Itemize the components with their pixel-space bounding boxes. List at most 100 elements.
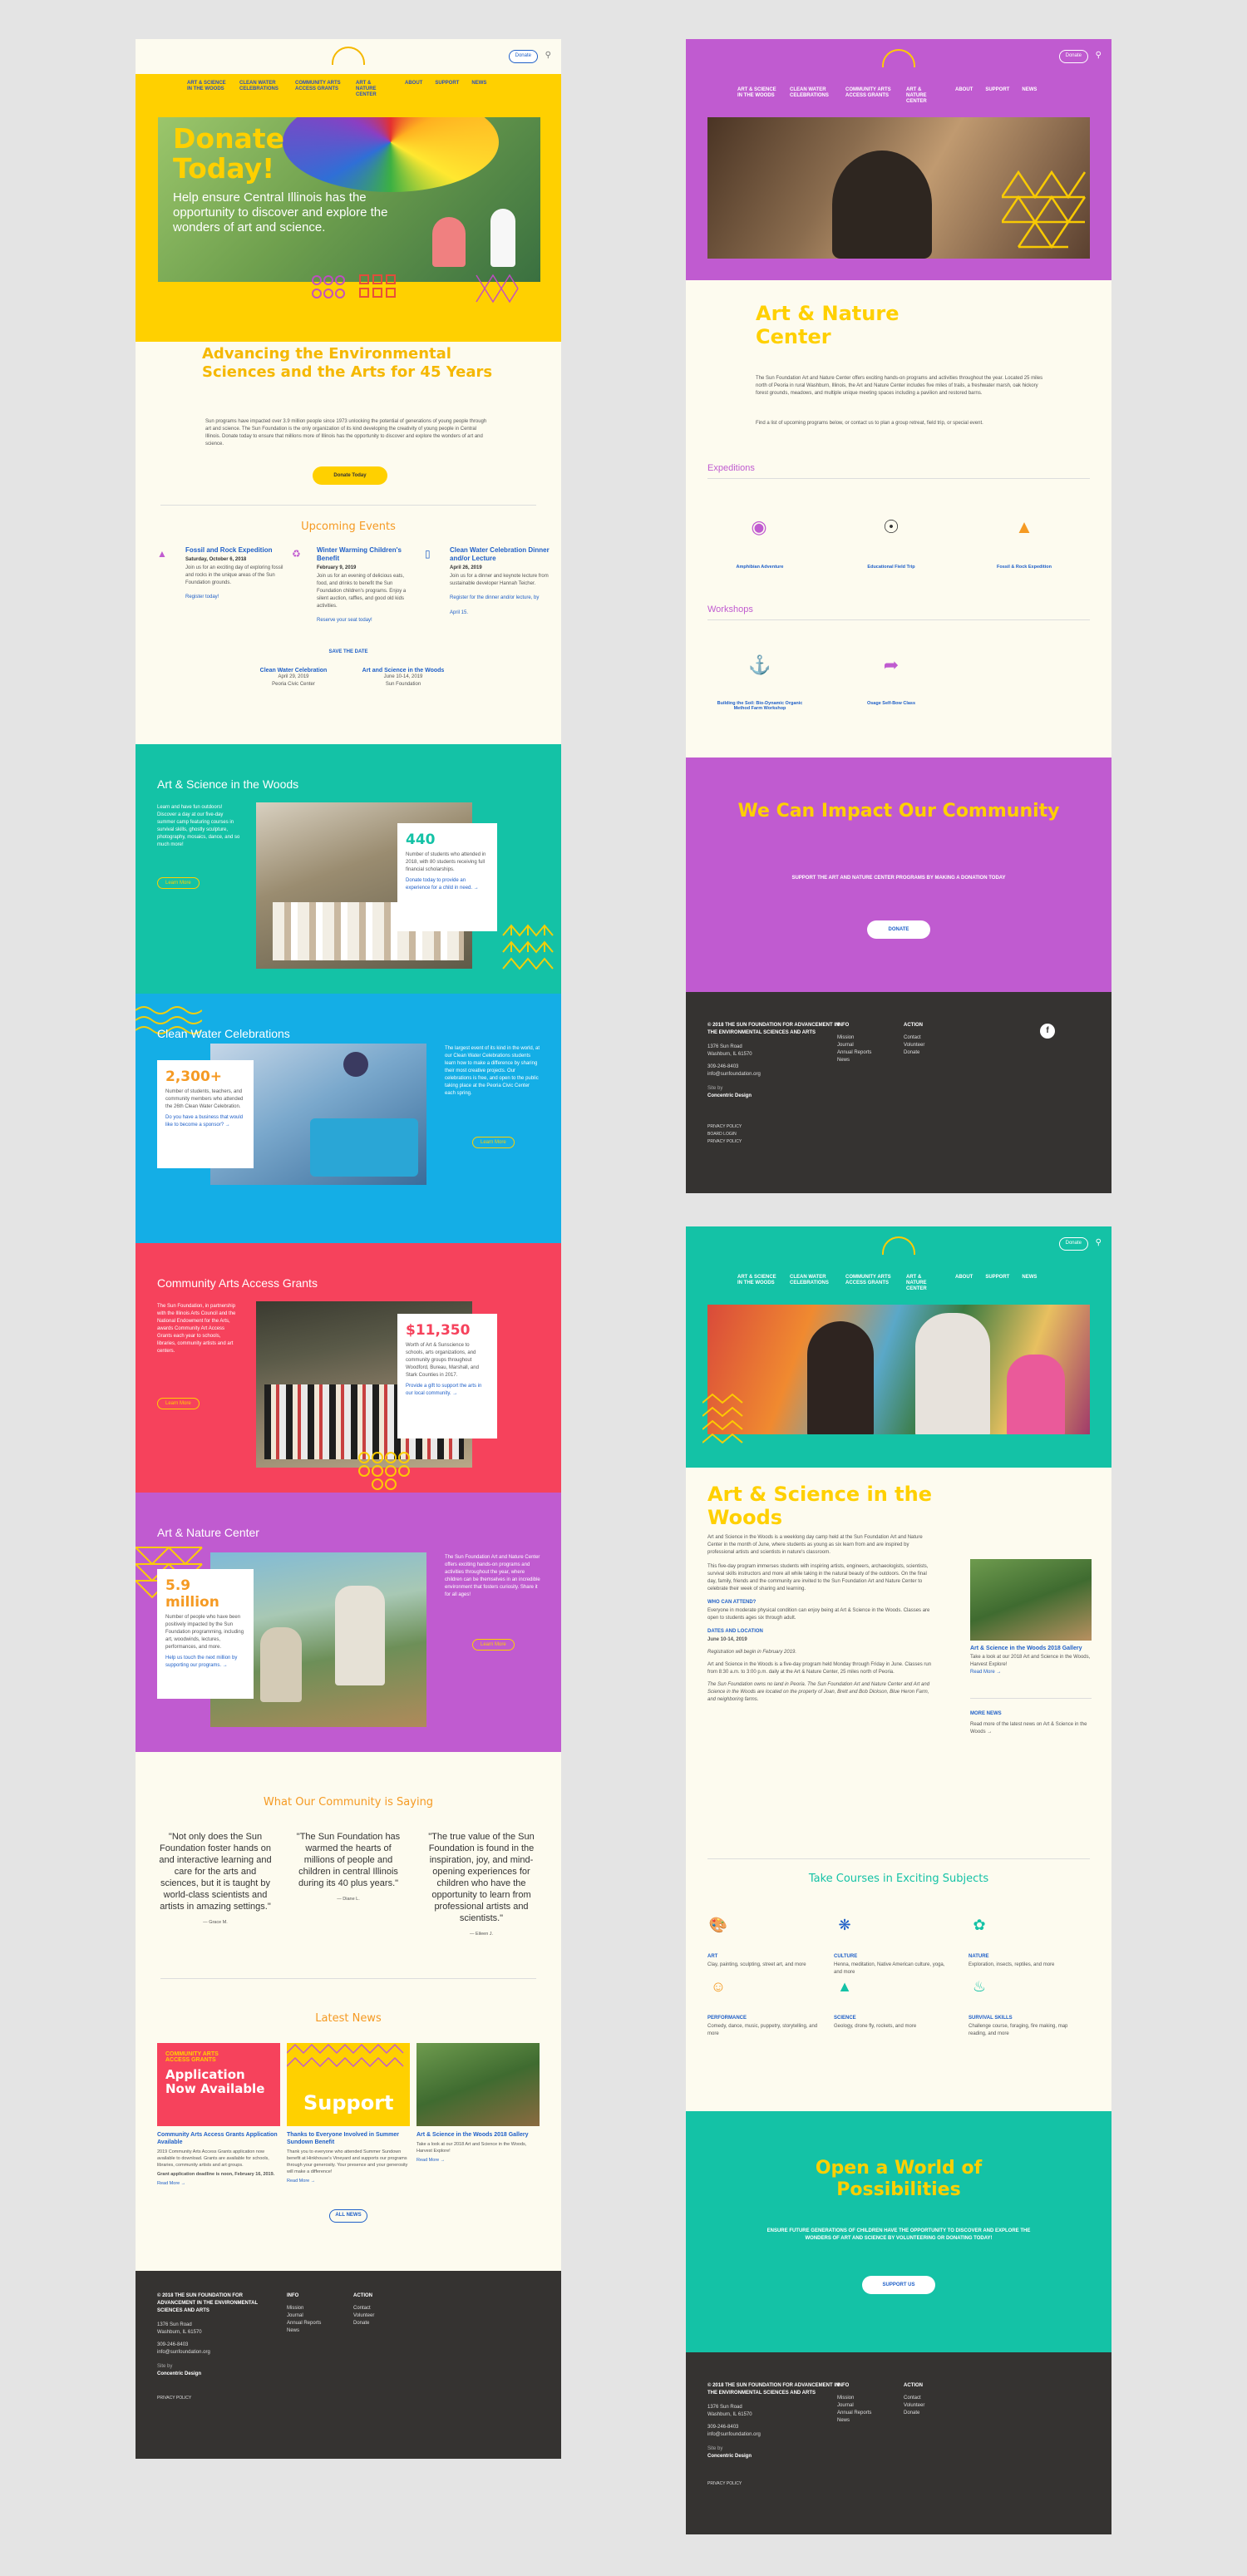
- footer-link[interactable]: Annual Reports: [287, 2320, 321, 2327]
- read-more-link[interactable]: Read More →: [157, 2180, 280, 2187]
- course-name[interactable]: Performance: [707, 2016, 747, 2021]
- footer-link[interactable]: Annual Reports: [837, 1049, 871, 1057]
- nav-item[interactable]: Community Arts Access Grants: [845, 1275, 894, 1286]
- footer-link[interactable]: Volunteer: [353, 2312, 374, 2320]
- rocket-icon[interactable]: ▲: [834, 1978, 855, 2000]
- nav-item[interactable]: News: [1022, 87, 1037, 93]
- turtle-icon[interactable]: ✿: [969, 1917, 990, 1938]
- footer-email[interactable]: info@sunfoundation.org: [707, 2431, 849, 2439]
- news-card[interactable]: Community Arts Access Grants Application…: [157, 2043, 280, 2187]
- event-title[interactable]: Winter Warming Children's Benefit: [317, 546, 416, 563]
- sidebar-news-title[interactable]: Art & Science in the Woods 2018 Gallery: [970, 1646, 1092, 1651]
- nav-item[interactable]: Community Arts Access Grants: [295, 81, 343, 92]
- privacy-link[interactable]: Privacy Policy: [707, 2480, 849, 2488]
- footer-credit[interactable]: Concentric Design: [707, 2454, 752, 2459]
- nav-item[interactable]: Community Arts Access Grants: [845, 87, 894, 99]
- workshop-label[interactable]: Osage Self-Bow Class: [845, 701, 937, 706]
- learn-more-button[interactable]: Learn More: [157, 877, 200, 889]
- nav-item[interactable]: Art & Science in the Woods: [187, 81, 227, 92]
- shovel-icon[interactable]: ⚓: [748, 654, 771, 676]
- footer-link[interactable]: Journal: [287, 2312, 321, 2320]
- nav-item[interactable]: Clean Water Celebrations: [790, 87, 833, 99]
- bow-arrow-icon[interactable]: ➦: [880, 654, 902, 676]
- palette-icon[interactable]: 🎨: [707, 1917, 729, 1938]
- stat-link[interactable]: Provide a gift to support the arts in ou…: [406, 1383, 489, 1398]
- read-more-link[interactable]: Read More →: [287, 2178, 410, 2184]
- news-title[interactable]: Community Arts Access Grants Application…: [157, 2131, 280, 2146]
- footer-link[interactable]: Donate: [353, 2320, 374, 2327]
- header-donate-button[interactable]: Donate: [508, 50, 538, 63]
- footer-link[interactable]: News: [837, 2417, 871, 2425]
- workshop-label[interactable]: Building the Soil: Bio-Dynamic Organic M…: [714, 701, 806, 711]
- news-card[interactable]: Support Thanks to Everyone Involved in S…: [287, 2043, 410, 2184]
- nav-item[interactable]: Art & Nature Center: [906, 1275, 943, 1292]
- footer-link[interactable]: Donate: [904, 2410, 924, 2417]
- footer-link[interactable]: Volunteer: [904, 2402, 924, 2410]
- header-donate-button[interactable]: Donate: [1058, 1237, 1088, 1251]
- frog-icon[interactable]: ◉: [748, 516, 770, 538]
- nav-item[interactable]: About: [955, 1275, 973, 1281]
- footer-link[interactable]: News: [287, 2327, 321, 2335]
- footer-email[interactable]: info@sunfoundation.org: [157, 2349, 274, 2356]
- footer-email[interactable]: info@sunfoundation.org: [707, 1071, 849, 1078]
- save-date-title[interactable]: Clean Water Celebration: [252, 668, 335, 674]
- course-name[interactable]: Science: [834, 2016, 856, 2021]
- footer-credit[interactable]: Concentric Design: [157, 2371, 201, 2376]
- learn-more-button[interactable]: Learn More: [472, 1639, 515, 1651]
- all-news-button[interactable]: All News: [329, 2209, 367, 2223]
- footer-credit[interactable]: Concentric Design: [707, 1093, 752, 1098]
- nav-item[interactable]: Clean Water Celebrations: [790, 1275, 833, 1286]
- search-icon[interactable]: ⚲: [545, 51, 551, 60]
- dreamcatcher-icon[interactable]: ❋: [834, 1917, 855, 1938]
- privacy-link[interactable]: Privacy Policy: [157, 2395, 274, 2402]
- news-title[interactable]: Art & Science in the Woods 2018 Gallery: [416, 2131, 540, 2139]
- course-name[interactable]: Survival Skills: [969, 2016, 1013, 2021]
- stat-link[interactable]: Donate today to provide an experience fo…: [406, 877, 489, 892]
- event-link[interactable]: Reserve your seat today!: [317, 618, 372, 623]
- footer-link[interactable]: Contact: [904, 2395, 924, 2402]
- event-title[interactable]: Fossil and Rock Expedition: [185, 546, 285, 555]
- search-icon[interactable]: ⚲: [1096, 51, 1102, 60]
- search-icon[interactable]: ⚲: [1096, 1238, 1102, 1247]
- board-login-link[interactable]: Board Login: [707, 1131, 849, 1138]
- expedition-label[interactable]: Fossil & Rock Expedition: [978, 565, 1070, 570]
- nav-item[interactable]: About: [405, 81, 422, 86]
- more-news-link[interactable]: Read more of the latest news on Art & Sc…: [970, 1721, 1092, 1736]
- footer-link[interactable]: Mission: [837, 2395, 871, 2402]
- expedition-label[interactable]: Educational Field Trip: [845, 565, 937, 570]
- footer-link[interactable]: Volunteer: [904, 1042, 924, 1049]
- footer-link[interactable]: Annual Reports: [837, 2410, 871, 2417]
- footer-link[interactable]: Journal: [837, 2402, 871, 2410]
- sun-foundation-logo[interactable]: [332, 47, 365, 65]
- nav-item[interactable]: Art & Nature Center: [906, 87, 943, 105]
- nav-item[interactable]: Support: [435, 81, 459, 86]
- support-us-button[interactable]: Support Us: [862, 2276, 935, 2294]
- privacy-link[interactable]: Privacy Policy: [707, 1138, 849, 1146]
- read-more-link[interactable]: Read More →: [416, 2157, 540, 2164]
- stat-link[interactable]: Help us touch the next million by suppor…: [165, 1655, 245, 1670]
- nav-item[interactable]: News: [1022, 1275, 1037, 1281]
- nav-item[interactable]: Art & Science in the Woods: [737, 1275, 777, 1286]
- read-more-link[interactable]: Read More →: [970, 1669, 1092, 1676]
- header-donate-button[interactable]: Donate: [1058, 50, 1088, 63]
- event-title[interactable]: Clean Water Celebration Dinner and/or Le…: [450, 546, 550, 563]
- nav-item[interactable]: Clean Water Celebrations: [239, 81, 283, 92]
- nav-item[interactable]: Support: [985, 1275, 1009, 1281]
- expedition-label[interactable]: Amphibian Adventure: [714, 565, 806, 570]
- nav-item[interactable]: News: [471, 81, 486, 86]
- save-date-title[interactable]: Art and Science in the Woods: [353, 668, 453, 674]
- learn-more-button[interactable]: Learn More: [157, 1398, 200, 1409]
- course-name[interactable]: Nature: [969, 1954, 989, 1959]
- footer-link[interactable]: Donate: [904, 1049, 924, 1057]
- news-card[interactable]: Art & Science in the Woods 2018 Gallery …: [416, 2043, 540, 2164]
- nav-item[interactable]: Art & Nature Center: [356, 81, 392, 98]
- compass-icon[interactable]: ☉: [880, 516, 902, 538]
- donate-button[interactable]: Donate: [867, 920, 930, 939]
- footer-link[interactable]: Mission: [837, 1034, 871, 1042]
- donate-today-button[interactable]: Donate Today: [313, 466, 387, 485]
- gallery-thumbnail[interactable]: [970, 1559, 1092, 1641]
- news-title[interactable]: Thanks to Everyone Involved in Summer Su…: [287, 2131, 410, 2146]
- footer-link[interactable]: Journal: [837, 1042, 871, 1049]
- campfire-icon[interactable]: ♨: [969, 1978, 990, 2000]
- footer-link[interactable]: News: [837, 1057, 871, 1064]
